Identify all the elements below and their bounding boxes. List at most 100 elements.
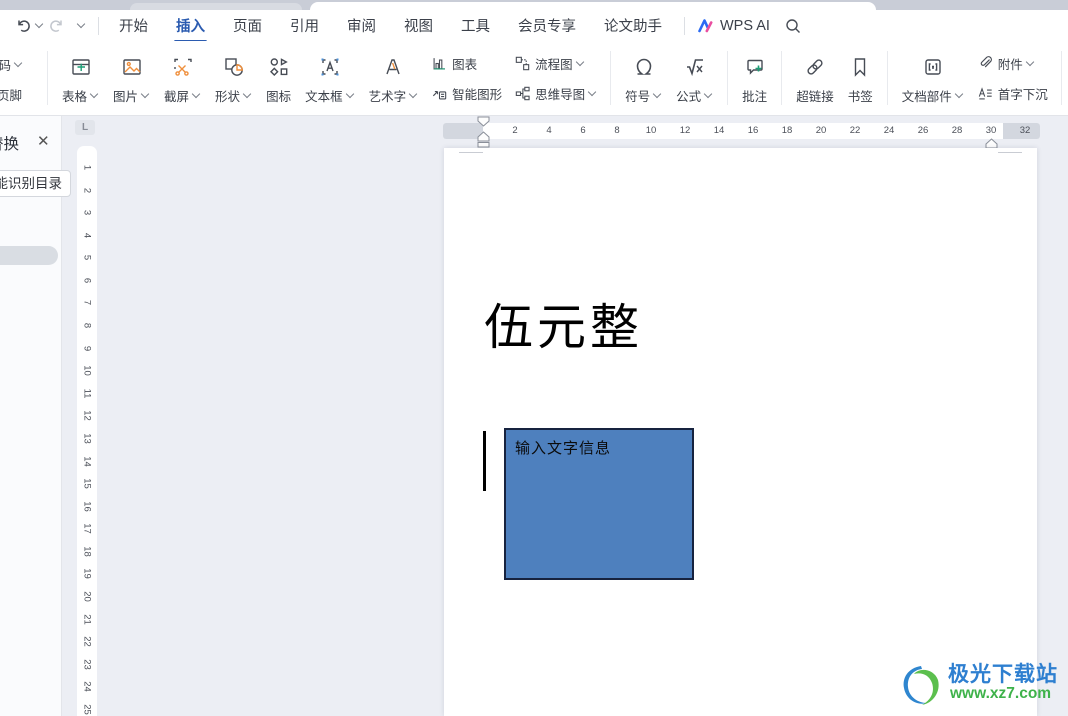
first-line-indent-marker[interactable] xyxy=(477,116,490,127)
horizontal-ruler-number: 6 xyxy=(580,125,586,136)
chevron-down-icon xyxy=(13,58,23,68)
ribbon-button-smartart[interactable]: 智能图形 xyxy=(431,84,502,103)
wps-ai-button[interactable]: WPS AI xyxy=(697,18,770,34)
chevron-down-icon xyxy=(954,89,963,99)
undo-icon xyxy=(18,19,30,32)
tab-stop-selector[interactable]: L xyxy=(75,120,95,135)
attachment-icon xyxy=(980,55,992,67)
menu-tab-6[interactable]: 视图 xyxy=(402,10,435,41)
header-footer-button[interactable]: 页眉页脚 xyxy=(0,85,22,104)
horizontal-ruler-number: 24 xyxy=(883,125,895,136)
menu-tab-7[interactable]: 工具 xyxy=(459,10,492,41)
undo-button[interactable] xyxy=(16,18,44,34)
ribbon-button-label: 图片 xyxy=(113,90,139,104)
ribbon-button-picture[interactable]: 图片 xyxy=(106,47,157,109)
horizontal-ruler-number: 14 xyxy=(713,125,725,136)
ribbon-button-textbox[interactable]: 文本框 xyxy=(298,47,362,109)
ribbon-insert: 页码 页眉页脚 表格 图片 截屏 形状 图标 文本框 艺术字图表智能图形流程图思… xyxy=(0,41,1068,116)
ribbon-button-hyperlink[interactable]: 超链接 xyxy=(789,47,841,109)
chevron-down-icon xyxy=(242,89,252,99)
divider xyxy=(684,16,685,35)
ribbon-button-label: 思维导图 xyxy=(535,87,586,102)
menu-tab-8[interactable]: 会员专享 xyxy=(516,10,578,41)
ribbon-button-docpart[interactable]: 文档部件 xyxy=(895,47,971,109)
vertical-ruler-number: 17 xyxy=(81,523,93,535)
menu-tab-2[interactable]: 插入 xyxy=(174,10,207,43)
horizontal-ruler: 2 4 6 8 10 12 14 16 18 20 22 24 26 28 30 32 xyxy=(443,123,1040,139)
horizontal-ruler-number: 16 xyxy=(747,125,759,136)
rectangle-placeholder-text[interactable]: 输入文字信息 xyxy=(515,437,611,458)
quick-access-toolbar xyxy=(0,18,86,34)
menu-tab-4[interactable]: 引用 xyxy=(288,10,321,41)
menu-tab-3[interactable]: 页面 xyxy=(231,10,264,41)
ribbon-button-wordart[interactable]: 艺术字 xyxy=(362,47,426,109)
divider xyxy=(886,51,888,105)
site-watermark: 极光下载站 www.xz7.com xyxy=(898,656,1068,714)
menu-tab-5[interactable]: 审阅 xyxy=(345,10,378,41)
divider xyxy=(1060,51,1062,105)
document-heading-text[interactable]: 伍元整 xyxy=(484,288,643,359)
vertical-ruler-number: 22 xyxy=(81,636,93,647)
ribbon-button-table[interactable]: 表格 xyxy=(55,47,106,109)
margin-mark-left xyxy=(459,152,483,153)
chevron-down-icon xyxy=(408,89,418,99)
chevron-down-icon xyxy=(1025,57,1034,66)
toolbar-more-chevron-icon[interactable] xyxy=(76,19,86,29)
ribbon-button-screenshot[interactable]: 截屏 xyxy=(157,47,208,109)
inserted-rectangle-shape[interactable]: 输入文字信息 xyxy=(504,428,694,580)
ribbon-button-chart[interactable]: 图表 xyxy=(431,54,502,73)
vertical-ruler-number: 2 xyxy=(81,187,93,193)
wordart-icon xyxy=(386,59,401,75)
menu-bar: 开始 插入 页面 引用 审阅 视图 工具 会员专享 论文助手 WPS AI xyxy=(0,10,1068,43)
vertical-ruler-number: 19 xyxy=(81,568,93,580)
redo-button[interactable] xyxy=(48,18,64,34)
ribbon-button-bookmark[interactable]: 书签 xyxy=(841,47,880,109)
vertical-ruler-number: 9 xyxy=(81,345,93,351)
ribbon-button-comment[interactable]: 批注 xyxy=(735,47,774,109)
vertical-ruler-number: 1 xyxy=(81,164,93,171)
vertical-ruler-number: 6 xyxy=(81,277,93,284)
chevron-down-icon xyxy=(345,89,354,99)
menu-tab-1[interactable]: 开始 xyxy=(117,10,150,41)
vertical-ruler-number: 4 xyxy=(81,232,93,238)
ribbon-button-label: 书签 xyxy=(847,90,873,104)
smart-toc-button[interactable]: 智能识别目录 xyxy=(0,170,71,197)
vertical-ruler-number: 16 xyxy=(81,500,93,512)
horizontal-ruler-number: 8 xyxy=(614,125,620,136)
page-number-button[interactable]: 页码 xyxy=(0,55,11,74)
horizontal-ruler-number: 18 xyxy=(781,125,793,136)
flowchart-icon xyxy=(515,56,530,70)
ribbon-button-dropcap[interactable]: 首字下沉 xyxy=(977,84,1048,103)
symbol-icon xyxy=(636,58,651,75)
text-cursor xyxy=(483,431,486,491)
ribbon-button-mindmap[interactable]: 思维导图 xyxy=(514,84,597,103)
vertical-ruler-number: 15 xyxy=(81,478,93,489)
menu-tab-9[interactable]: 论文助手 xyxy=(602,10,664,41)
ribbon-button-formula[interactable]: 公式 xyxy=(669,47,720,109)
docpart-icon xyxy=(925,59,941,75)
search-button[interactable] xyxy=(784,17,802,35)
document-tab-strip xyxy=(0,0,1068,13)
hanging-indent-marker[interactable] xyxy=(477,131,490,148)
ribbon-button-attachment[interactable]: 附件 xyxy=(977,54,1048,73)
close-icon[interactable]: ✕ xyxy=(37,132,50,150)
watermark-url[interactable]: www.xz7.com xyxy=(950,685,1051,703)
chevron-down-icon xyxy=(89,89,99,99)
bookmark-icon xyxy=(855,58,866,77)
vertical-ruler-number: 20 xyxy=(81,591,93,602)
ribbon-button-icons[interactable]: 图标 xyxy=(259,47,298,109)
ribbon-button-flowchart[interactable]: 流程图 xyxy=(514,54,597,73)
picture-icon xyxy=(122,59,141,75)
undo-dropdown-chevron-icon[interactable] xyxy=(34,19,44,29)
horizontal-ruler-number: 28 xyxy=(951,125,963,136)
watermark-title: 极光下载站 xyxy=(948,663,1058,686)
search-icon xyxy=(786,18,800,33)
ribbon-button-symbol[interactable]: 符号 xyxy=(618,47,669,109)
ribbon-button-label: 首字下沉 xyxy=(997,87,1048,102)
sidebar-pill[interactable] xyxy=(0,246,58,265)
document-page[interactable]: 伍元整 输入文字信息 xyxy=(444,148,1037,716)
ribbon-button-label: 形状 xyxy=(215,90,241,104)
ribbon-button-shapes[interactable]: 形状 xyxy=(208,47,259,109)
ribbon-clipped-group: 页码 页眉页脚 xyxy=(0,47,40,109)
chevron-down-icon xyxy=(191,89,201,99)
